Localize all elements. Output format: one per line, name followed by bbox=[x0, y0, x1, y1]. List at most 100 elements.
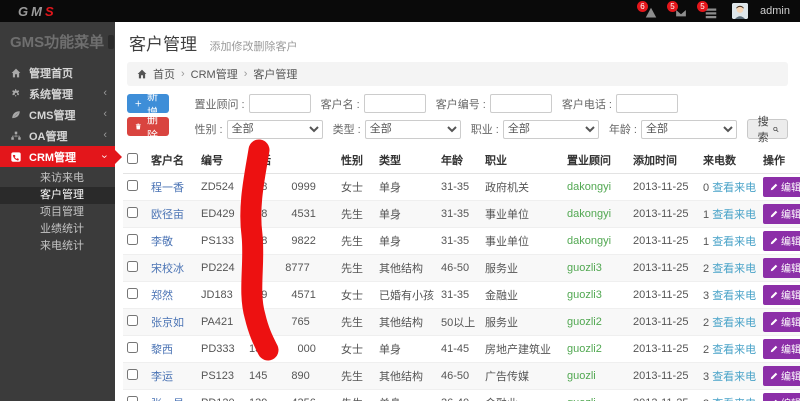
added-date: 2013-11-25 bbox=[631, 309, 701, 336]
customer-type: 其他结构 bbox=[377, 309, 439, 336]
sidebar-item-system[interactable]: 系统管理 ‹ bbox=[0, 83, 115, 104]
row-checkbox[interactable] bbox=[127, 261, 138, 272]
customer-name-link[interactable]: 李运 bbox=[151, 371, 173, 383]
delete-button[interactable]: 删除 bbox=[127, 117, 169, 136]
row-checkbox[interactable] bbox=[127, 342, 138, 353]
consultant-link[interactable]: dakongyi bbox=[567, 181, 611, 193]
sidebar-subitem[interactable]: 业绩统计 bbox=[0, 221, 115, 238]
customer-name-link[interactable]: 宋校冰 bbox=[151, 263, 184, 275]
breadcrumb-crm[interactable]: CRM管理 bbox=[191, 66, 238, 82]
customer-name-link[interactable]: 黎西 bbox=[151, 344, 173, 356]
breadcrumb-customers[interactable]: 客户管理 bbox=[253, 66, 297, 82]
col-calls: 来电数 bbox=[701, 147, 761, 174]
customer-name-link[interactable]: 程一香 bbox=[151, 182, 184, 194]
customer-code: PA421 bbox=[199, 309, 247, 336]
view-calls-link[interactable]: 查看来电 bbox=[712, 371, 756, 383]
edit-button[interactable]: 编辑 bbox=[763, 285, 800, 305]
consultant-link[interactable]: guozli2 bbox=[567, 316, 602, 328]
customer-age: 31-35 bbox=[439, 174, 483, 201]
search-button[interactable]: 搜索 bbox=[747, 119, 788, 139]
sidebar-subitem[interactable]: 项目管理 bbox=[0, 204, 115, 221]
view-calls-link[interactable]: 查看来电 bbox=[712, 209, 756, 221]
customer-code: PD120 bbox=[199, 390, 247, 401]
select-all-checkbox[interactable] bbox=[127, 153, 138, 164]
age-select[interactable]: 全部 bbox=[641, 120, 737, 139]
call-count: 3 bbox=[703, 371, 709, 383]
customer-age: 41-45 bbox=[439, 336, 483, 363]
customer-gender: 女士 bbox=[339, 282, 377, 309]
edit-button[interactable]: 编辑 bbox=[763, 339, 800, 359]
gms-logo: GMS bbox=[18, 4, 57, 19]
customer-phone-input[interactable] bbox=[616, 94, 678, 113]
table-row: 程一香 ZD524 1380999 女士 单身 31-35 政府机关 dakon… bbox=[123, 174, 800, 201]
row-checkbox[interactable] bbox=[127, 315, 138, 326]
table-row: 张京如 PA421 134765 先生 其他结构 50以上 服务业 guozli… bbox=[123, 309, 800, 336]
sidebar-subitem[interactable]: 来电统计 bbox=[0, 238, 115, 255]
row-checkbox[interactable] bbox=[127, 396, 138, 401]
edit-button[interactable]: 编辑 bbox=[763, 204, 800, 224]
username[interactable]: admin bbox=[760, 5, 790, 17]
view-calls-link[interactable]: 查看来电 bbox=[712, 344, 756, 356]
row-checkbox[interactable] bbox=[127, 180, 138, 191]
edit-button[interactable]: 编辑 bbox=[763, 393, 800, 401]
breadcrumb-home[interactable]: 首页 bbox=[153, 66, 175, 82]
customer-phone: 1380999 bbox=[247, 174, 339, 201]
table-row: 欧径亩 ED429 1384531 先生 单身 31-35 事业单位 dakon… bbox=[123, 201, 800, 228]
plus-icon bbox=[135, 99, 142, 108]
avatar[interactable] bbox=[732, 3, 748, 19]
customer-phone: 178777 bbox=[247, 255, 339, 282]
pencil-icon bbox=[770, 183, 778, 191]
view-calls-link[interactable]: 查看来电 bbox=[712, 236, 756, 248]
type-select[interactable]: 全部 bbox=[365, 120, 461, 139]
customer-name-link[interactable]: 李敬 bbox=[151, 236, 173, 248]
sidebar-subitem[interactable]: 来访来电 bbox=[0, 170, 115, 187]
view-calls-link[interactable]: 查看来电 bbox=[712, 182, 756, 194]
view-calls-link[interactable]: 查看来电 bbox=[712, 317, 756, 329]
gear-icon bbox=[9, 89, 23, 99]
hamburger-menu-icon[interactable] bbox=[108, 35, 114, 49]
tasks-button[interactable]: 5 bbox=[702, 3, 720, 19]
consultant-link[interactable]: dakongyi bbox=[567, 235, 611, 247]
sidebar-subitem[interactable]: 客户管理 bbox=[0, 187, 115, 204]
consultant-link[interactable]: guozli2 bbox=[567, 343, 602, 355]
consultant-input[interactable] bbox=[249, 94, 311, 113]
view-calls-link[interactable]: 查看来电 bbox=[712, 263, 756, 275]
customer-name-link[interactable]: 欧径亩 bbox=[151, 209, 184, 221]
row-checkbox[interactable] bbox=[127, 288, 138, 299]
messages-button[interactable]: 5 bbox=[672, 3, 690, 19]
row-checkbox[interactable] bbox=[127, 207, 138, 218]
sidebar-item-oa[interactable]: OA管理 ‹ bbox=[0, 125, 115, 146]
sidebar-item-crm[interactable]: CRM管理 ‹ bbox=[0, 146, 115, 167]
customer-occupation: 金融业 bbox=[483, 390, 565, 401]
customer-code-input[interactable] bbox=[490, 94, 552, 113]
edit-button[interactable]: 编辑 bbox=[763, 231, 800, 251]
consultant-link[interactable]: guozli3 bbox=[567, 262, 602, 274]
col-name: 客户名 bbox=[149, 147, 199, 174]
alerts-button[interactable]: 6 bbox=[642, 3, 660, 19]
gender-select[interactable]: 全部 bbox=[227, 120, 323, 139]
row-checkbox[interactable] bbox=[127, 369, 138, 380]
customer-age: 31-35 bbox=[439, 201, 483, 228]
sidebar-title: GMS功能菜单 bbox=[10, 31, 104, 52]
view-calls-link[interactable]: 查看来电 bbox=[712, 290, 756, 302]
edit-button[interactable]: 编辑 bbox=[763, 177, 800, 197]
consultant-link[interactable]: guozli3 bbox=[567, 289, 602, 301]
sidebar-item-home[interactable]: 管理首页 bbox=[0, 62, 115, 83]
edit-button[interactable]: 编辑 bbox=[763, 366, 800, 386]
sidebar-item-cms[interactable]: CMS管理 ‹ bbox=[0, 104, 115, 125]
row-checkbox[interactable] bbox=[127, 234, 138, 245]
edit-button[interactable]: 编辑 bbox=[763, 258, 800, 278]
customer-gender: 先生 bbox=[339, 390, 377, 401]
occupation-select[interactable]: 全部 bbox=[503, 120, 599, 139]
consultant-link[interactable]: dakongyi bbox=[567, 208, 611, 220]
customer-type: 单身 bbox=[377, 228, 439, 255]
consultant-link[interactable]: guozli bbox=[567, 370, 596, 382]
customer-name-link[interactable]: 张京如 bbox=[151, 317, 184, 329]
consultant-link[interactable]: guozli bbox=[567, 397, 596, 401]
customer-name-input[interactable] bbox=[364, 94, 426, 113]
avatar-face-icon bbox=[732, 3, 748, 19]
col-type: 类型 bbox=[377, 147, 439, 174]
customer-name-link[interactable]: 郑然 bbox=[151, 290, 173, 302]
edit-button[interactable]: 编辑 bbox=[763, 312, 800, 332]
customer-table: 客户名 编号 电话 性别 类型 年龄 职业 置业顾问 添加时间 来电数 操作 bbox=[123, 147, 800, 401]
